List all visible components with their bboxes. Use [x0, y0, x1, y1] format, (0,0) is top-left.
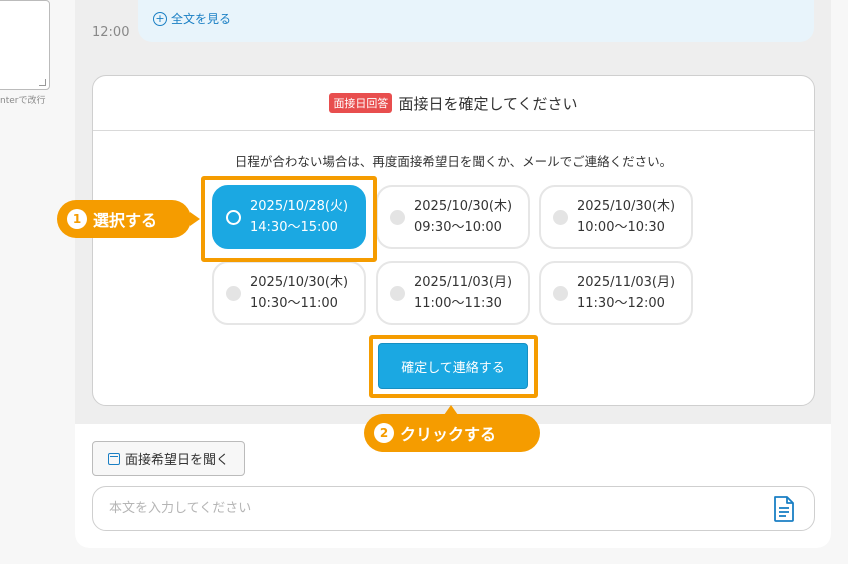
radio-icon	[390, 285, 405, 301]
card-note: 日程が合わない場合は、再度面接希望日を聞くか、メールでご連絡ください。	[234, 154, 673, 169]
callout-step2: 2 クリックする	[364, 405, 540, 452]
slot-text: 2025/10/30(木) 10:30〜11:00	[250, 275, 349, 311]
message-input-box	[92, 486, 815, 531]
step-number: 1	[67, 209, 87, 229]
show-full-link[interactable]: + 全文を見る	[153, 10, 231, 27]
radio-icon	[553, 285, 568, 301]
date-slot-option[interactable]: 2025/10/30(木) 10:00〜10:30	[539, 185, 693, 249]
left-panel: nterで改行	[0, 0, 75, 564]
document-template-icon[interactable]	[772, 495, 796, 523]
message-input[interactable]	[109, 487, 749, 530]
date-slot-option[interactable]: 2025/11/03(月) 11:00〜11:30	[376, 261, 530, 325]
radio-icon	[226, 285, 241, 301]
calendar-icon	[107, 452, 120, 465]
radio-icon	[390, 209, 405, 225]
date-slot-option[interactable]: 2025/11/03(月) 11:30〜12:00	[539, 261, 693, 325]
slot-text: 2025/10/30(木) 09:30〜10:00	[414, 199, 513, 235]
resize-grip-icon[interactable]	[39, 79, 46, 86]
ask-preferred-date-label: 面接希望日を聞く	[124, 453, 229, 468]
ask-preferred-date-button[interactable]: 面接希望日を聞く	[92, 441, 245, 476]
card-header: 面接日回答 面接日を確定してください	[93, 76, 814, 131]
callout-text: 選択する	[93, 211, 158, 230]
slot-text: 2025/11/03(月) 11:00〜11:30	[414, 275, 513, 311]
callout-text: クリックする	[400, 425, 497, 444]
show-full-label: 全文を見る	[171, 12, 232, 26]
message-time: 12:00	[92, 25, 130, 40]
slot-text: 2025/11/03(月) 11:30〜12:00	[577, 275, 676, 311]
date-slot-option[interactable]: 2025/10/30(木) 10:30〜11:00	[212, 261, 366, 325]
step-number: 2	[374, 423, 394, 443]
enter-hint: nterで改行	[0, 96, 46, 106]
radio-icon	[553, 209, 568, 225]
date-slot-option[interactable]: 2025/10/30(木) 09:30〜10:00	[376, 185, 530, 249]
status-badge: 面接日回答	[329, 93, 393, 113]
highlight-frame-step2	[369, 335, 538, 398]
message-bubble: + 全文を見る	[138, 0, 814, 42]
callout-step1: 1 選択する	[57, 200, 200, 238]
card-title: 面接日を確定してください	[398, 94, 578, 113]
plus-circle-icon: +	[153, 11, 167, 26]
slot-text: 2025/10/30(木) 10:00〜10:30	[577, 199, 676, 235]
highlight-frame-step1	[201, 176, 377, 262]
left-textarea[interactable]	[0, 0, 50, 90]
